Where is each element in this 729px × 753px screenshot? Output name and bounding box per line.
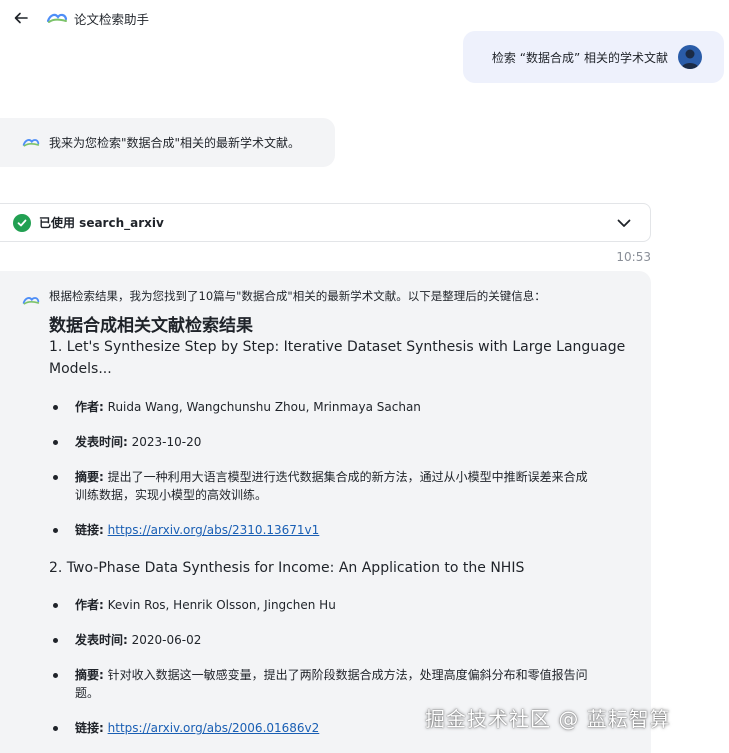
bullet-dot (53, 405, 58, 410)
bullet-dot (53, 603, 58, 608)
paper-date: 发表时间: 2020-06-02 (49, 631, 629, 649)
bullet-dot (53, 528, 58, 533)
field-key: 链接: (75, 523, 104, 537)
bullet-dot (53, 638, 58, 643)
cloud-logo-icon (46, 11, 68, 25)
user-message-bubble: 检索 “数据合成” 相关的学术文献 (463, 31, 724, 83)
field-value: 2023-10-20 (131, 435, 202, 449)
paper-abstract: 摘要: 提出了一种利用大语言模型进行迭代数据集合成的新方法，通过从小模型中推断误… (49, 468, 629, 504)
field-value: 训练数据，实现小模型的高效训练。 (75, 488, 268, 502)
paper-link-url[interactable]: https://arxiv.org/abs/2310.13671v1 (108, 523, 320, 537)
check-circle-icon (13, 213, 31, 232)
field-key: 作者: (75, 598, 104, 612)
assistant-intro-bubble: 我来为您检索"数据合成"相关的最新学术文献。 (0, 118, 335, 167)
assistant-response-bubble: 根据检索结果，我为您找到了10篇与"数据合成"相关的最新学术文献。以下是整理后的… (0, 271, 651, 753)
paper-title: 2. Two-Phase Data Synthesis for Income: … (49, 557, 629, 579)
field-key: 摘要: (75, 668, 104, 682)
tool-call-label: 已使用 search_arxiv (39, 216, 164, 230)
assistant-logo-icon (22, 137, 40, 149)
paper-title-line: 2. Two-Phase Data Synthesis for Income: … (49, 560, 525, 576)
chat-page: 论文检索助手 检索 “数据合成” 相关的学术文献 我来为您检索"数据合成"相关的… (0, 0, 729, 753)
response-intro-text: 根据检索结果，我为您找到了10篇与"数据合成"相关的最新学术文献。以下是整理后的… (49, 289, 546, 303)
paper-abstract: 摘要: 针对收入数据这一敏感变量，提出了两阶段数据合成方法，处理高度偏斜分布和零… (49, 666, 629, 702)
field-key: 摘要: (75, 470, 104, 484)
paper-title-line: Models... (49, 361, 112, 377)
field-key: 发表时间: (75, 633, 128, 647)
field-key: 链接: (75, 721, 104, 735)
assistant-logo-icon (22, 291, 40, 305)
paper-authors: 作者: Ruida Wang, Wangchunshu Zhou, Mrinma… (49, 398, 629, 416)
field-value: Kevin Ros, Henrik Olsson, Jingchen Hu (107, 598, 336, 612)
paper-link: 链接: https://arxiv.org/abs/2310.13671v1 (49, 521, 629, 539)
bullet-dot (53, 475, 58, 480)
paper-link-url[interactable]: https://arxiv.org/abs/2006.01686v2 (108, 721, 320, 735)
bullet-dot (53, 726, 58, 731)
field-value: 题。 (75, 686, 100, 700)
response-heading: 数据合成相关文献检索结果 (49, 316, 253, 336)
field-value: 针对收入数据这一敏感变量，提出了两阶段数据合成方法，处理高度偏斜分布和零值报告问 (107, 668, 588, 682)
field-value: 2020-06-02 (131, 633, 202, 647)
user-message-text: 检索 “数据合成” 相关的学术文献 (491, 50, 668, 65)
header: 论文检索助手 (0, 0, 180, 36)
app-title: 论文检索助手 (74, 11, 150, 27)
field-key: 发表时间: (75, 435, 128, 449)
field-value: 提出了一种利用大语言模型进行迭代数据集合成的新方法，通过从小模型中推断误差来合成 (107, 470, 588, 484)
watermark-text: 掘金技术社区 @ 蓝耘智算 (425, 707, 671, 731)
paper-title: 1. Let's Synthesize Step by Step: Iterat… (49, 336, 629, 380)
assistant-intro-text: 我来为您检索"数据合成"相关的最新学术文献。 (49, 136, 301, 150)
message-timestamp: 10:53 (616, 250, 651, 264)
arrow-left-icon[interactable] (10, 7, 32, 29)
user-avatar-icon[interactable] (678, 45, 702, 69)
bullet-dot (53, 673, 58, 678)
bullet-dot (53, 440, 58, 445)
paper-authors: 作者: Kevin Ros, Henrik Olsson, Jingchen H… (49, 596, 629, 614)
chevron-down-icon[interactable] (614, 214, 634, 232)
field-key: 作者: (75, 400, 104, 414)
field-value: Ruida Wang, Wangchunshu Zhou, Mrinmaya S… (107, 400, 421, 414)
paper-title-line: 1. Let's Synthesize Step by Step: Iterat… (49, 339, 626, 355)
paper-date: 发表时间: 2023-10-20 (49, 433, 629, 451)
tool-call-card[interactable]: 已使用 search_arxiv (0, 203, 651, 242)
